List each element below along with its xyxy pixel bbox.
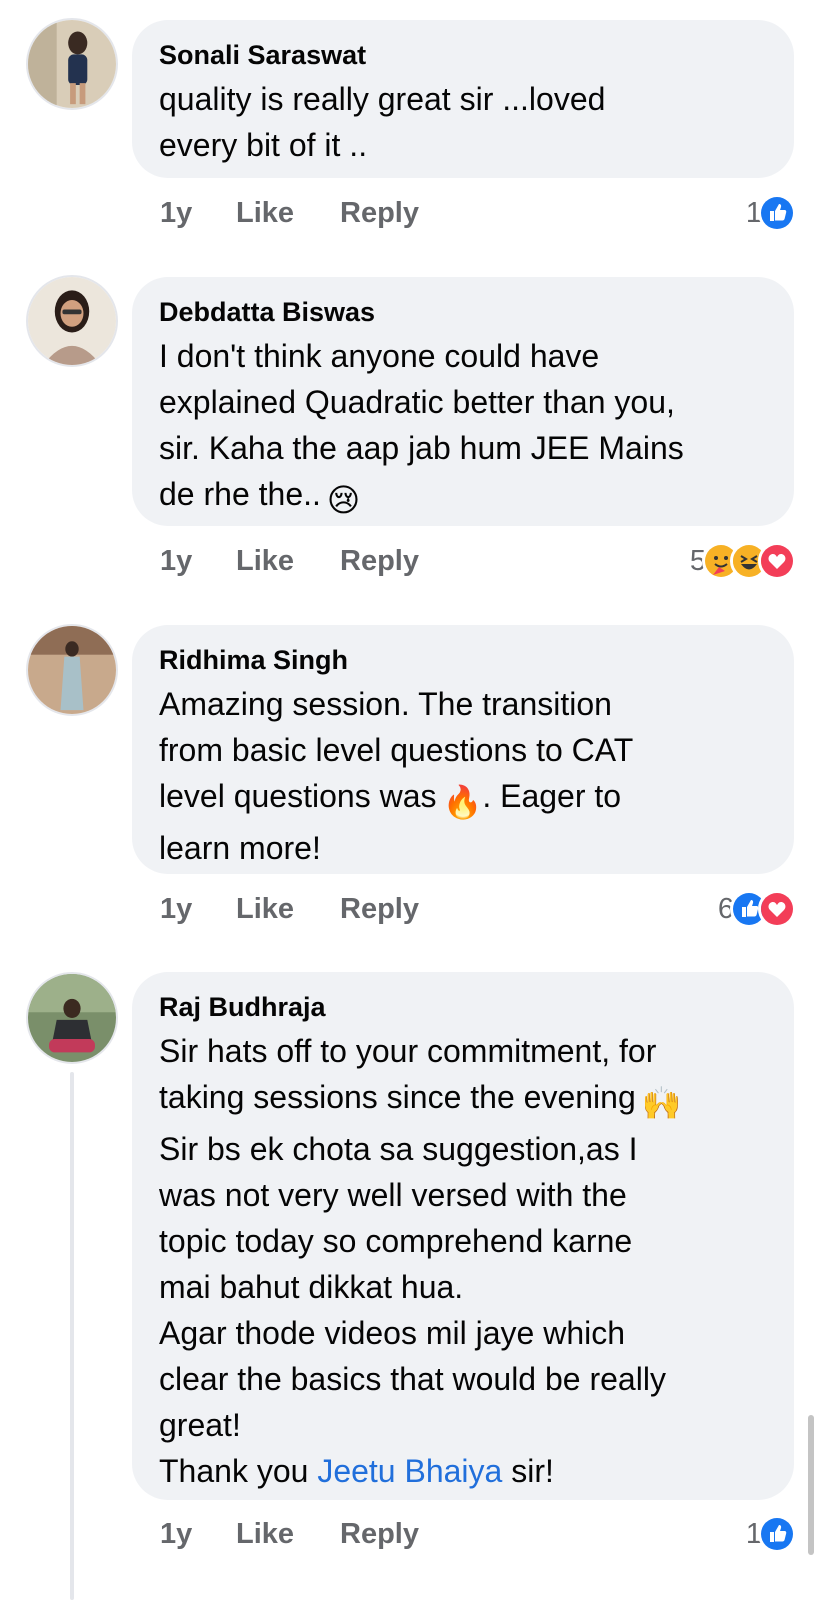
love-reaction-icon [758, 542, 796, 580]
comment-line: from basic level questions to CAT [159, 732, 634, 768]
comment-line: learn more! [159, 830, 321, 866]
reaction-summary[interactable]: 5 [690, 541, 796, 581]
comment-line: clear the basics that would be really [159, 1361, 666, 1397]
comment-text: I don't think anyone could have explaine… [159, 333, 767, 523]
comment-timestamp[interactable]: 1y [160, 545, 236, 578]
comment-line: explained Quadratic better than you, [159, 384, 675, 420]
comment-text: Amazing session. The transition from bas… [159, 681, 767, 871]
like-button[interactable]: Like [236, 1518, 340, 1551]
comment-timestamp[interactable]: 1y [160, 197, 236, 230]
comment-line: was not very well versed with the [159, 1177, 627, 1213]
comment-line: topic today so comprehend karne [159, 1223, 633, 1259]
comment-author[interactable]: Ridhima Singh [159, 643, 767, 677]
raising-hands-emoji: 🙌 [641, 1085, 682, 1121]
comment-line: quality is really great sir ...loved [159, 81, 606, 117]
avatar-photo-icon [28, 626, 116, 714]
reaction-summary[interactable]: 1 [746, 1514, 796, 1554]
comment-actions: 1y Like Reply [160, 193, 419, 233]
reply-button[interactable]: Reply [340, 545, 419, 578]
comment-line: great! [159, 1407, 241, 1443]
reaction-summary[interactable]: 6 [718, 889, 796, 929]
fire-emoji: 🔥 [442, 784, 483, 820]
comment-line-text: level questions was [159, 778, 437, 814]
comment-text: Sir hats off to your commitment, for tak… [159, 1028, 767, 1494]
comment-line: I don't think anyone could have [159, 338, 600, 374]
avatar[interactable] [26, 275, 118, 367]
avatar[interactable] [26, 624, 118, 716]
love-reaction-icon [758, 890, 796, 928]
avatar[interactable] [26, 972, 118, 1064]
mention-link[interactable]: Jeetu Bhaiya [317, 1453, 502, 1489]
comment-actions: 1y Like Reply [160, 889, 419, 929]
avatar-photo-icon [28, 20, 116, 108]
comment-actions: 1y Like Reply [160, 1514, 419, 1554]
comment-line: taking sessions since the evening 🙌 [159, 1074, 767, 1126]
comment-line: mai bahut dikkat hua. [159, 1269, 464, 1305]
reply-button[interactable]: Reply [340, 893, 419, 926]
crying-face-emoji: 😢 [326, 482, 361, 518]
comment-bubble: Debdatta Biswas I don't think anyone cou… [132, 277, 794, 526]
like-reaction-icon [758, 194, 796, 232]
avatar[interactable] [26, 18, 118, 110]
comment-bubble: Ridhima Singh Amazing session. The trans… [132, 625, 794, 874]
like-button[interactable]: Like [236, 545, 340, 578]
comment-line: Agar thode videos mil jaye which [159, 1315, 626, 1351]
comment-timestamp[interactable]: 1y [160, 893, 236, 926]
comment-bubble: Sonali Saraswat quality is really great … [132, 20, 794, 178]
comment-line: Sir bs ek chota sa suggestion,as I [159, 1131, 638, 1167]
comment-bubble: Raj Budhraja Sir hats off to your commit… [132, 972, 794, 1500]
comment-line-text: taking sessions since the evening [159, 1079, 636, 1115]
comment-author[interactable]: Sonali Saraswat [159, 38, 767, 72]
scrollbar[interactable] [808, 1415, 814, 1555]
avatar-photo-icon [28, 974, 116, 1062]
comment-author[interactable]: Debdatta Biswas [159, 295, 767, 329]
avatar-photo-icon [28, 277, 116, 365]
comment-line: Sir hats off to your commitment, for [159, 1033, 657, 1069]
reply-button[interactable]: Reply [340, 1518, 419, 1551]
like-button[interactable]: Like [236, 197, 340, 230]
comment-line: Thank you Jeetu Bhaiya sir! [159, 1448, 767, 1494]
comment-text: quality is really great sir ...loved eve… [159, 76, 767, 168]
comment-actions: 1y Like Reply [160, 541, 419, 581]
comment-line: Amazing session. The transition [159, 686, 612, 722]
comment-line-text: Thank you [159, 1453, 309, 1489]
reply-button[interactable]: Reply [340, 197, 419, 230]
reaction-summary[interactable]: 1 [746, 193, 796, 233]
like-reaction-icon [758, 1515, 796, 1553]
comment-timestamp[interactable]: 1y [160, 1518, 236, 1551]
comment-line: every bit of it .. [159, 127, 368, 163]
comment-author[interactable]: Raj Budhraja [159, 990, 767, 1024]
comment-line: de rhe the.. 😢 [159, 471, 767, 523]
like-button[interactable]: Like [236, 893, 340, 926]
comment-line-text: sir! [511, 1453, 554, 1489]
comment-line-text: de rhe the.. [159, 476, 321, 512]
comment-line: level questions was 🔥. Eager to [159, 773, 767, 825]
reply-thread-line [70, 1072, 74, 1600]
comment-line: sir. Kaha the aap jab hum JEE Mains [159, 430, 684, 466]
comment-line-text: . Eager to [482, 778, 622, 814]
